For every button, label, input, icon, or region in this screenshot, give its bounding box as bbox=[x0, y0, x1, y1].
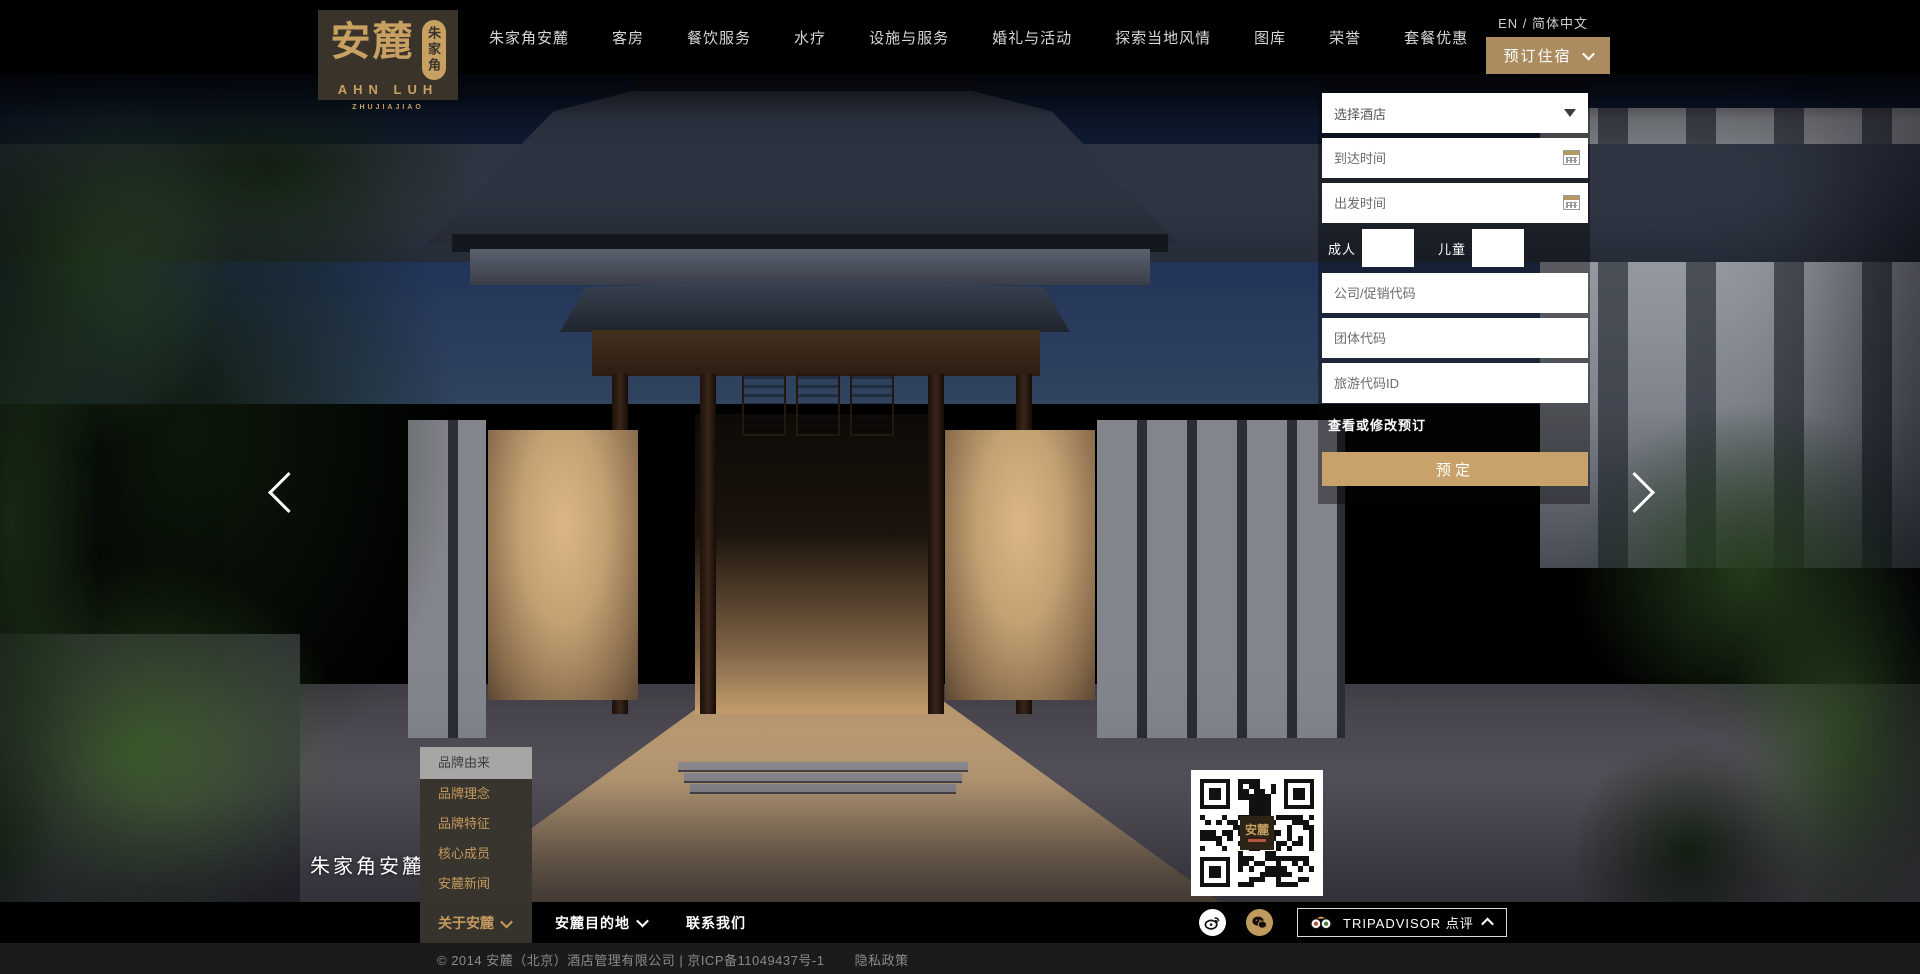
logo-chinese-name: 安麓 bbox=[331, 20, 415, 64]
hotel-select[interactable]: 选择酒店 bbox=[1322, 93, 1588, 133]
language-switch[interactable]: EN / 简体中文 bbox=[1498, 13, 1588, 32]
logo-location-badge: 朱家角 bbox=[422, 20, 446, 80]
group-code-input[interactable] bbox=[1322, 318, 1588, 358]
copyright-text: © 2014 安麓（北京）酒店管理有限公司 | 京ICP备11049437号-1 bbox=[437, 953, 824, 968]
nav-item-dining[interactable]: 餐饮服务 bbox=[687, 27, 751, 48]
wechat-icon[interactable] bbox=[1246, 909, 1273, 936]
menu-item-brand-origin[interactable]: 品牌由来 bbox=[420, 747, 532, 779]
hero-top-shadow bbox=[0, 74, 1920, 120]
hotel-select-value: 选择酒店 bbox=[1334, 104, 1386, 123]
logo-subtitle: ZHUJIAJIAO bbox=[352, 104, 424, 111]
nav-item-gallery[interactable]: 图库 bbox=[1254, 27, 1286, 48]
arrival-date-field bbox=[1322, 138, 1588, 178]
dropdown-triangle-icon bbox=[1564, 109, 1576, 117]
privacy-policy-link[interactable]: 隐私政策 bbox=[855, 953, 909, 968]
chevron-down-icon bbox=[1582, 48, 1595, 61]
adults-label: 成人 bbox=[1328, 239, 1356, 258]
calendar-icon[interactable] bbox=[1563, 195, 1580, 210]
book-stay-label: 预订住宿 bbox=[1503, 45, 1571, 66]
view-modify-reservation-link[interactable]: 查看或修改预订 bbox=[1328, 415, 1426, 434]
slide-caption: 朱家角安麓 bbox=[310, 850, 425, 879]
adults-input[interactable] bbox=[1362, 229, 1414, 267]
menu-item-ahnluh-news[interactable]: 安麓新闻 bbox=[420, 869, 532, 899]
qr-finder-icon bbox=[1200, 779, 1230, 809]
copyright-bar: © 2014 安麓（北京）酒店管理有限公司 | 京ICP备11049437号-1… bbox=[0, 943, 1920, 974]
nav-item-rooms[interactable]: 客房 bbox=[612, 27, 644, 48]
guest-count-row: 成人 儿童 bbox=[1322, 228, 1588, 268]
qr-code: 安麓 bbox=[1191, 770, 1323, 896]
weibo-icon[interactable] bbox=[1199, 909, 1226, 936]
nav-item-explore[interactable]: 探索当地风情 bbox=[1115, 27, 1211, 48]
about-dropdown-menu: 品牌由来 品牌理念 品牌特征 核心成员 安麓新闻 关于安麓 bbox=[420, 747, 532, 943]
footer-bar: 安麓目的地 联系我们 bbox=[0, 902, 1920, 943]
children-input[interactable] bbox=[1472, 229, 1524, 267]
nav-item-spa[interactable]: 水疗 bbox=[794, 27, 826, 48]
reserve-button[interactable]: 预定 bbox=[1322, 452, 1588, 486]
nav-item-offers[interactable]: 套餐优惠 bbox=[1404, 27, 1468, 48]
promo-code-input[interactable] bbox=[1322, 273, 1588, 313]
travel-agent-id-input[interactable] bbox=[1322, 363, 1588, 403]
footer-destinations-link[interactable]: 安麓目的地 bbox=[555, 902, 647, 943]
nav-item-hotel[interactable]: 朱家角安麓 bbox=[489, 27, 569, 48]
arrival-date-input[interactable] bbox=[1322, 138, 1588, 178]
menu-item-brand-features[interactable]: 品牌特征 bbox=[420, 809, 532, 839]
logo-latin-name: AHN LUH bbox=[338, 82, 439, 97]
footer-destinations-label: 安麓目的地 bbox=[555, 913, 630, 933]
nav-item-facilities[interactable]: 设施与服务 bbox=[869, 27, 949, 48]
book-stay-button[interactable]: 预订住宿 bbox=[1486, 37, 1610, 74]
tripadvisor-owl-icon bbox=[1308, 915, 1334, 931]
brand-logo[interactable]: 安麓 朱家角 AHN LUH ZHUJIAJIAO bbox=[318, 10, 458, 100]
departure-date-input[interactable] bbox=[1322, 183, 1588, 223]
page: 朱家角安麓 安麓 朱家角 AHN LUH ZHUJIAJIAO 朱家角安麓 客房… bbox=[0, 0, 1920, 974]
qr-finder-icon bbox=[1284, 779, 1314, 809]
group-code-field bbox=[1322, 318, 1588, 358]
chevron-down-icon bbox=[500, 915, 513, 928]
menu-item-core-members[interactable]: 核心成员 bbox=[420, 839, 532, 869]
qr-center-logo: 安麓 bbox=[1240, 816, 1274, 850]
tripadvisor-label: TRIPADVISOR 点评 bbox=[1343, 913, 1474, 932]
nav-item-weddings[interactable]: 婚礼与活动 bbox=[992, 27, 1072, 48]
main-nav: 朱家角安麓 客房 餐饮服务 水疗 设施与服务 婚礼与活动 探索当地风情 图库 荣… bbox=[489, 0, 1468, 74]
promo-code-field bbox=[1322, 273, 1588, 313]
children-label: 儿童 bbox=[1438, 239, 1466, 258]
footer-about-label: 关于安麓 bbox=[438, 913, 494, 933]
menu-item-brand-philosophy[interactable]: 品牌理念 bbox=[420, 779, 532, 809]
nav-item-awards[interactable]: 荣誉 bbox=[1329, 27, 1361, 48]
departure-date-field bbox=[1322, 183, 1588, 223]
footer-about-link[interactable]: 关于安麓 bbox=[438, 913, 511, 933]
footer-contact-label: 联系我们 bbox=[686, 913, 746, 933]
calendar-icon[interactable] bbox=[1563, 150, 1580, 165]
chevron-down-icon bbox=[636, 915, 649, 928]
tripadvisor-button[interactable]: TRIPADVISOR 点评 bbox=[1297, 908, 1507, 937]
qr-center-label: 安麓 bbox=[1245, 824, 1269, 837]
chevron-up-icon bbox=[1481, 918, 1494, 931]
qr-finder-icon bbox=[1200, 857, 1230, 887]
travel-agent-id-field bbox=[1322, 363, 1588, 403]
footer-contact-link[interactable]: 联系我们 bbox=[686, 902, 746, 943]
